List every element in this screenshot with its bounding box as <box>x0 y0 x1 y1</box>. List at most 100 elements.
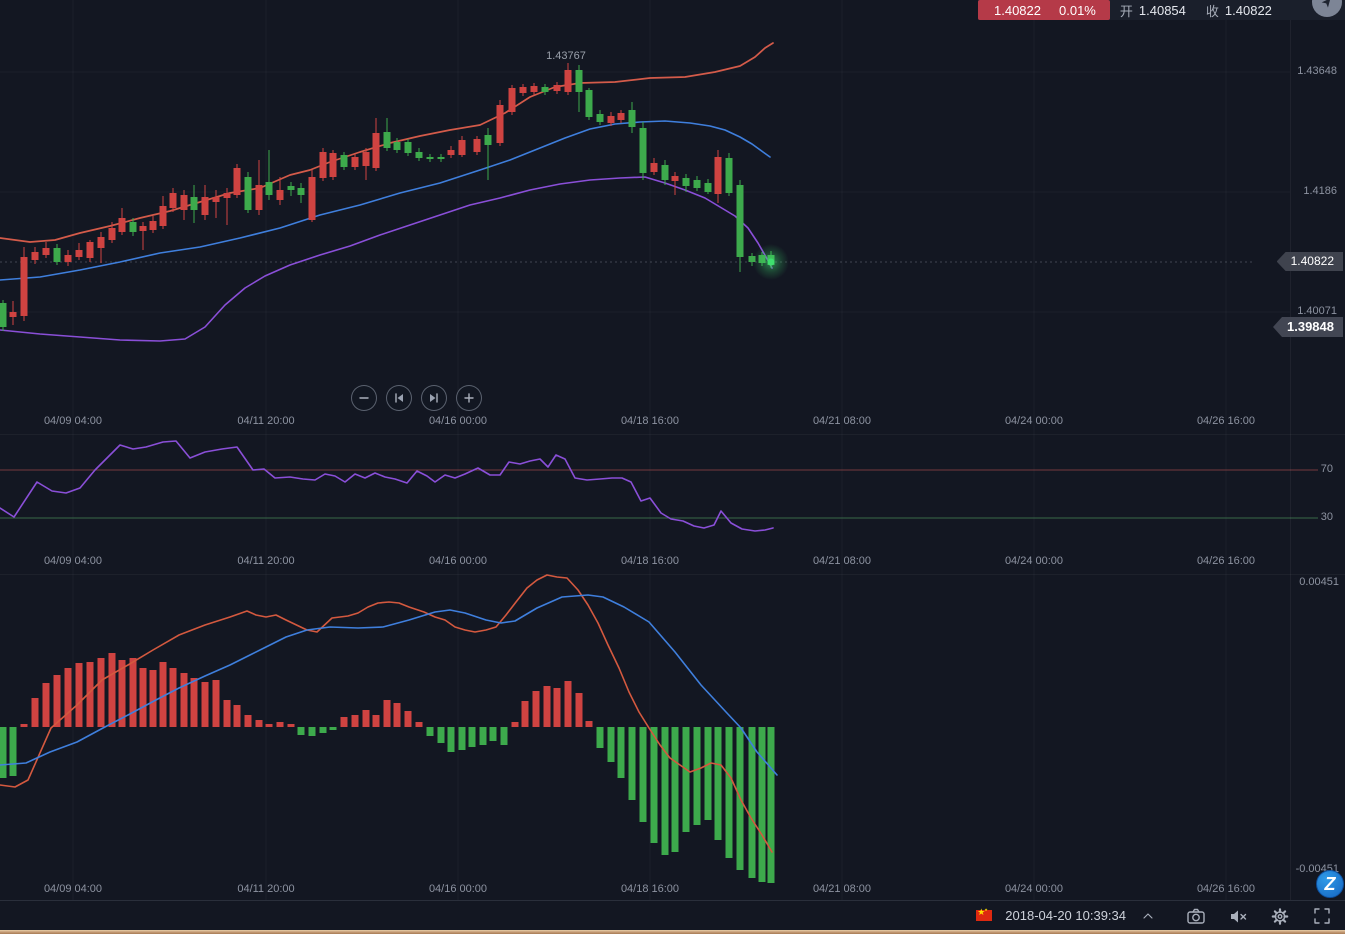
candle[interactable] <box>98 237 105 248</box>
candle[interactable] <box>245 177 252 210</box>
price-axis-divider[interactable] <box>1290 0 1291 900</box>
candle[interactable] <box>474 139 481 152</box>
candle[interactable] <box>288 186 295 190</box>
candle[interactable] <box>10 312 17 317</box>
candle[interactable] <box>586 90 593 117</box>
candle[interactable] <box>554 85 561 91</box>
jump-start-button[interactable] <box>386 385 412 411</box>
candle[interactable] <box>405 142 412 153</box>
macd-histogram-bar <box>130 658 137 727</box>
candle[interactable] <box>32 252 39 260</box>
macd-histogram-bar <box>43 683 50 727</box>
fullscreen-button[interactable] <box>1312 906 1332 926</box>
candle[interactable] <box>191 197 198 210</box>
candle[interactable] <box>21 257 28 316</box>
candle[interactable] <box>202 197 209 215</box>
mute-button[interactable] <box>1228 906 1248 926</box>
candle[interactable] <box>485 135 492 145</box>
current-price-tag[interactable]: 1.40822 <box>1277 252 1343 271</box>
candle[interactable] <box>662 165 669 180</box>
candle[interactable] <box>43 248 50 255</box>
candle[interactable] <box>531 86 538 92</box>
zoom-in-button[interactable] <box>456 385 482 411</box>
candle[interactable] <box>277 190 284 200</box>
chart-canvas[interactable] <box>0 0 1345 934</box>
candle[interactable] <box>352 157 359 167</box>
platform-logo[interactable]: Z <box>1316 870 1344 898</box>
candle[interactable] <box>234 168 241 195</box>
candle[interactable] <box>497 105 504 143</box>
candle[interactable] <box>341 155 348 167</box>
open-close-stats: 开 1.40854 收 1.40822 <box>1120 1 1286 20</box>
candle[interactable] <box>266 182 273 195</box>
minus-icon <box>355 389 373 407</box>
candle[interactable] <box>54 248 61 262</box>
price-change-badge[interactable]: 1.40822 0.01% <box>978 0 1110 20</box>
macd-histogram-bar <box>341 717 348 727</box>
candle[interactable] <box>181 195 188 210</box>
candle[interactable] <box>542 87 549 92</box>
horizontal-scrollbar[interactable] <box>0 930 1345 934</box>
candle[interactable] <box>651 163 658 172</box>
macd-histogram-bar <box>565 681 572 727</box>
macd-histogram-bar <box>65 668 72 727</box>
macd-histogram-bar <box>662 727 669 855</box>
candle[interactable] <box>416 152 423 158</box>
candle[interactable] <box>509 88 516 112</box>
jump-end-button[interactable] <box>421 385 447 411</box>
candle[interactable] <box>726 158 733 193</box>
peak-price-label: 1.43767 <box>538 50 594 62</box>
candle[interactable] <box>672 176 679 181</box>
candle[interactable] <box>298 188 305 195</box>
candle[interactable] <box>640 128 647 173</box>
candle[interactable] <box>459 140 466 155</box>
pane-divider[interactable] <box>0 434 1345 435</box>
candle[interactable] <box>170 193 177 208</box>
candle[interactable] <box>0 303 7 327</box>
open-value: 1.40854 <box>1139 3 1186 18</box>
candle[interactable] <box>130 222 137 232</box>
candle[interactable] <box>608 116 615 123</box>
candle[interactable] <box>150 221 157 230</box>
candle[interactable] <box>427 157 434 159</box>
candle[interactable] <box>65 255 72 262</box>
candle[interactable] <box>140 226 147 231</box>
candle[interactable] <box>160 206 167 226</box>
candle[interactable] <box>520 87 527 93</box>
candle[interactable] <box>629 110 636 127</box>
candle[interactable] <box>224 193 231 198</box>
macd-histogram-bar <box>98 658 105 727</box>
price-tag-secondary[interactable]: 1.39848 <box>1273 317 1343 337</box>
candle[interactable] <box>109 228 116 240</box>
settings-button[interactable] <box>1270 906 1290 926</box>
candle[interactable] <box>683 178 690 186</box>
candle[interactable] <box>213 197 220 202</box>
candle[interactable] <box>320 152 327 178</box>
candle[interactable] <box>715 157 722 194</box>
candle[interactable] <box>363 152 370 166</box>
candle[interactable] <box>448 150 455 155</box>
collapse-timebar-button[interactable] <box>1138 906 1158 926</box>
candle[interactable] <box>373 133 380 168</box>
macd-histogram-bar <box>522 701 529 727</box>
candle[interactable] <box>597 114 604 122</box>
candle[interactable] <box>119 218 126 232</box>
screenshot-button[interactable] <box>1186 906 1206 926</box>
candle[interactable] <box>576 70 583 92</box>
candle[interactable] <box>438 157 445 159</box>
candle[interactable] <box>76 250 83 257</box>
candle[interactable] <box>87 242 94 258</box>
candle[interactable] <box>384 132 391 148</box>
candle[interactable] <box>309 177 316 220</box>
pane-divider[interactable] <box>0 574 1345 575</box>
candle[interactable] <box>694 180 701 188</box>
zoom-out-button[interactable] <box>351 385 377 411</box>
candle[interactable] <box>394 142 401 150</box>
chevron-up-icon <box>1140 908 1156 924</box>
candle[interactable] <box>330 153 337 177</box>
candle[interactable] <box>256 185 263 210</box>
candle[interactable] <box>565 70 572 92</box>
candle[interactable] <box>705 183 712 192</box>
candle[interactable] <box>618 113 625 120</box>
candle[interactable] <box>737 185 744 257</box>
